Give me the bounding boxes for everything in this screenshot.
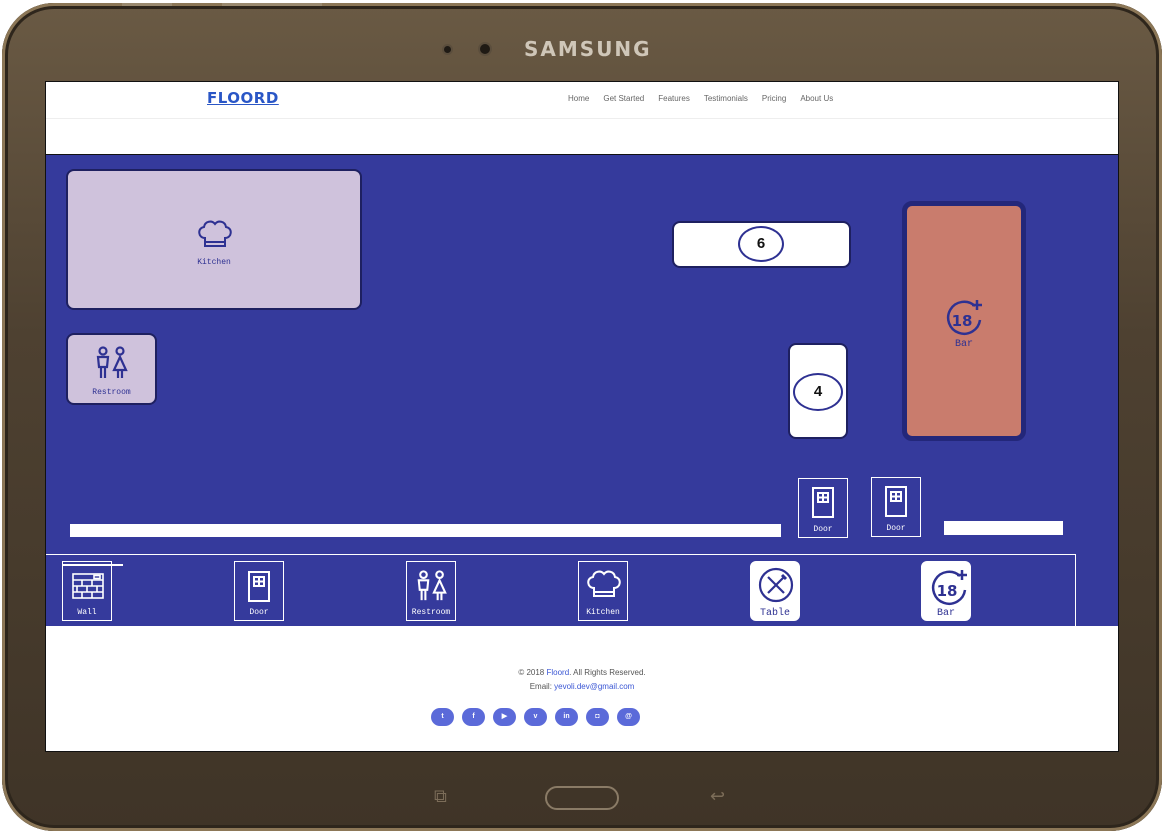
restroom-icon — [96, 346, 128, 378]
nav-pricing[interactable]: Pricing — [762, 94, 786, 103]
chef-hat-icon — [198, 220, 232, 247]
door-element[interactable]: Door — [871, 477, 921, 537]
door-label: Door — [813, 525, 833, 534]
footer-brand-link[interactable]: Floord — [546, 668, 569, 677]
door-icon — [812, 487, 834, 518]
restroom-icon — [417, 570, 447, 601]
home-button[interactable] — [545, 786, 619, 810]
copyright: © 2018 Floord. All Rights Reserved. — [46, 668, 1118, 677]
email-icon[interactable]: @ — [617, 708, 640, 726]
palette-kitchen[interactable]: Kitchen — [578, 561, 628, 621]
social-links: t f ▶ v in ◘ @ — [431, 708, 640, 726]
nav-testimonials[interactable]: Testimonials — [704, 94, 748, 103]
door-element[interactable]: Door — [798, 478, 848, 538]
floor-plan-canvas[interactable]: Kitchen Restroom 6 4 18 Bar Door Door Wa… — [46, 154, 1118, 627]
nav-features[interactable]: Features — [658, 94, 690, 103]
age-18-plus-icon: 18 — [946, 300, 982, 336]
linkedin-icon[interactable]: in — [555, 708, 578, 726]
device-brand: SAMSUNG — [524, 37, 652, 61]
volume-button — [122, 3, 172, 6]
bar-label: Bar — [954, 339, 973, 350]
copyright-rest: . All Rights Reserved. — [569, 668, 646, 677]
palette-label: Restroom — [411, 608, 451, 617]
palette-label: Kitchen — [586, 608, 620, 617]
youtube-icon[interactable]: ▶ — [493, 708, 516, 726]
bar-area[interactable]: 18 Bar — [902, 201, 1026, 441]
nav-get-started[interactable]: Get Started — [603, 94, 644, 103]
navbar: FLOORD Home Get Started Features Testimo… — [46, 82, 1118, 119]
palette-door[interactable]: Door — [234, 561, 284, 621]
instagram-icon[interactable]: ◘ — [586, 708, 609, 726]
screen: FLOORD Home Get Started Features Testimo… — [45, 81, 1119, 752]
door-icon — [248, 571, 270, 602]
element-palette: Wall Door Restroom Kitchen Table 18 Bar — [46, 554, 1076, 627]
nav-about-us[interactable]: About Us — [800, 94, 833, 103]
light-sensor — [442, 44, 453, 55]
logo[interactable]: FLOORD — [207, 89, 279, 107]
chef-hat-icon — [587, 570, 621, 597]
vimeo-icon[interactable]: v — [524, 708, 547, 726]
door-label: Door — [886, 524, 906, 533]
palette-label: Bar — [936, 608, 955, 619]
power-button — [222, 3, 322, 6]
palette-wall[interactable]: Wall — [62, 561, 123, 621]
svg-text:18: 18 — [937, 582, 958, 600]
kitchen-label: Kitchen — [197, 258, 231, 267]
fork-knife-icon — [758, 567, 794, 603]
wall-segment[interactable] — [70, 524, 781, 537]
copyright-year: © 2018 — [518, 668, 545, 677]
palette-label: Door — [249, 608, 269, 617]
email-line: Email: yevoli.dev@gmail.com — [46, 682, 1118, 691]
table-seat-count: 6 — [738, 226, 784, 262]
age-18-plus-icon: 18 — [931, 570, 967, 606]
palette-bar[interactable]: 18 Bar — [921, 561, 971, 621]
front-camera — [478, 42, 492, 56]
restroom-label: Restroom — [92, 388, 131, 397]
palette-table[interactable]: Table — [750, 561, 800, 621]
footer: © 2018 Floord. All Rights Reserved. Emai… — [46, 626, 1118, 751]
wall-preview — [63, 564, 123, 566]
twitter-icon[interactable]: t — [431, 708, 454, 726]
email-label: Email: — [529, 682, 552, 691]
facebook-icon[interactable]: f — [462, 708, 485, 726]
brick-wall-icon — [72, 573, 104, 599]
wall-segment[interactable] — [944, 521, 1063, 535]
table-seat-count: 4 — [793, 373, 843, 411]
restroom-area[interactable]: Restroom — [66, 333, 157, 405]
email-link[interactable]: yevoli.dev@gmail.com — [554, 682, 634, 691]
svg-text:18: 18 — [952, 312, 973, 330]
table-four-seat[interactable]: 4 — [788, 343, 848, 439]
nav-home[interactable]: Home — [568, 94, 589, 103]
nav-links: Home Get Started Features Testimonials P… — [568, 94, 833, 103]
table-six-seat[interactable]: 6 — [672, 221, 851, 268]
palette-label: Wall — [77, 608, 97, 617]
back-icon[interactable]: ↩ — [710, 786, 725, 807]
recent-apps-icon[interactable]: ⧉ — [434, 786, 447, 807]
kitchen-area[interactable]: Kitchen — [66, 169, 362, 310]
palette-restroom[interactable]: Restroom — [406, 561, 456, 621]
palette-label: Table — [759, 608, 790, 619]
door-icon — [885, 486, 907, 517]
